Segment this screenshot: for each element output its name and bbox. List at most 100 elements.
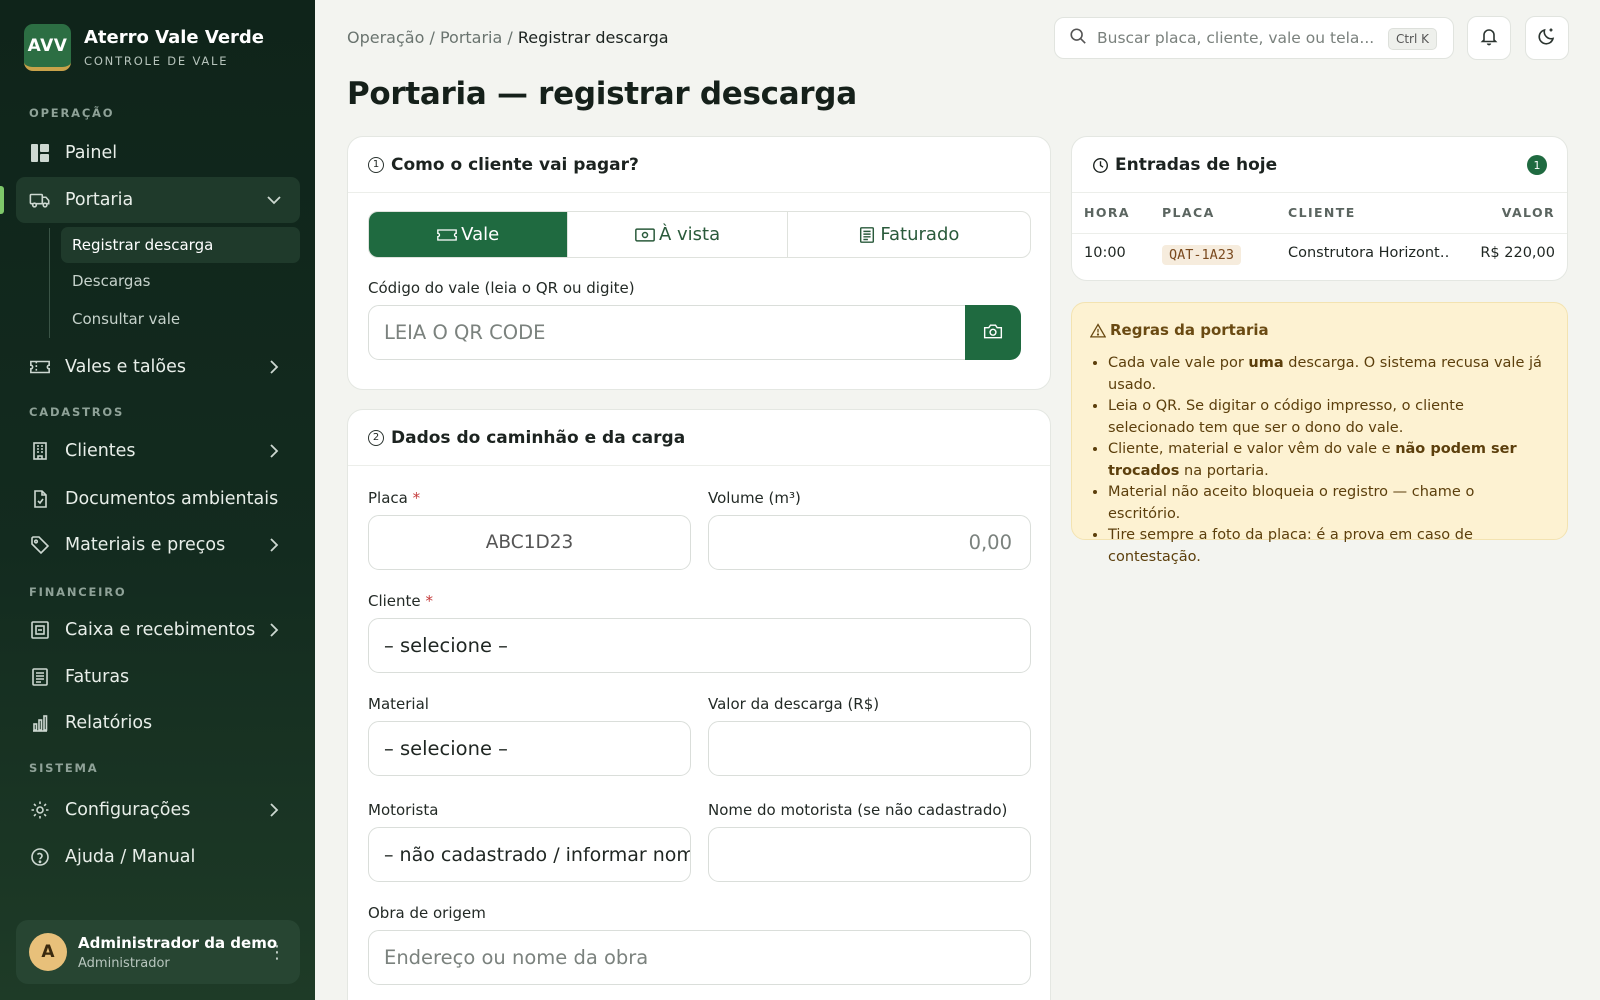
cargo-card: 2 Dados do caminhão e da carga Placa * A… [347, 409, 1051, 1000]
sidebar-item-clientes[interactable]: Clientes [16, 428, 300, 474]
sidebar-item-label: Caixa e recebimentos [65, 620, 256, 640]
sidebar-item-configuracoes[interactable]: Configurações [16, 787, 300, 833]
brand-logo: AVV [24, 24, 71, 71]
brand[interactable]: AVV Aterro Vale Verde CONTROLE DE VALE [24, 24, 264, 71]
ticket-icon [29, 356, 51, 378]
obra-label: Obra de origem [368, 904, 486, 922]
sidebar-item-ajuda[interactable]: Ajuda / Manual [16, 834, 300, 880]
payment-option-vale[interactable]: Vale [369, 212, 569, 257]
sidebar-item-relatorios[interactable]: Relatórios [16, 700, 300, 746]
today-card-header: Entradas de hoje [1072, 137, 1567, 193]
payment-option-label: Vale [461, 224, 500, 245]
payment-card-title: Como o cliente vai pagar? [391, 154, 639, 175]
volume-label: Volume (m³) [708, 489, 801, 507]
subnav-registrar-descarga[interactable]: Registrar descarga [61, 227, 300, 263]
column-header-cliente: CLIENTE [1288, 205, 1356, 220]
breadcrumb-operacao[interactable]: Operação [347, 28, 424, 47]
rule-emphasis: uma [1248, 355, 1284, 371]
user-name: Administrador da demo [78, 933, 278, 952]
nome-motorista-input[interactable] [708, 827, 1031, 882]
gear-icon [29, 799, 51, 821]
search-input[interactable] [1097, 29, 1387, 47]
today-entries-card: Entradas de hoje 1 HORA PLACA CLIENTE VA… [1071, 136, 1568, 281]
tag-icon [29, 534, 51, 556]
sidebar-item-documentos[interactable]: Documentos ambientais [16, 476, 300, 522]
search-icon [1069, 27, 1087, 49]
building-icon [29, 440, 51, 462]
required-mark: * [425, 592, 433, 610]
placa-input[interactable]: ABC1D23 [368, 515, 691, 570]
breadcrumb-separator: / [429, 28, 435, 47]
obra-input[interactable]: Endereço ou nome da obra [368, 930, 1031, 985]
cash-register-icon [29, 619, 51, 641]
payment-option-faturado[interactable]: Faturado [788, 212, 1030, 257]
valor-input[interactable] [708, 721, 1031, 776]
sidebar-item-caixa[interactable]: Caixa e recebimentos [16, 607, 300, 653]
rule-text: na portaria. [1179, 462, 1269, 479]
sidebar-item-label: Clientes [65, 441, 136, 461]
sidebar-item-label: Configurações [65, 800, 191, 820]
theme-toggle-button[interactable] [1525, 16, 1569, 60]
rule-item: Cada vale vale por uma descarga. O siste… [1108, 353, 1548, 396]
cliente-select[interactable]: – selecione – [368, 618, 1031, 673]
sidebar: AVV Aterro Vale Verde CONTROLE DE VALE O… [0, 0, 315, 1000]
sidebar-item-vales[interactable]: Vales e talões [16, 344, 300, 390]
nome-motorista-label: Nome do motorista (se não cadastrado) [708, 801, 1008, 819]
section-label-sistema: SISTEMA [29, 761, 99, 775]
sidebar-item-materiais[interactable]: Materiais e preços [16, 522, 300, 568]
ticket-icon [437, 227, 458, 243]
brand-name: Aterro Vale Verde [84, 27, 264, 48]
rule-item: Tire sempre a foto da placa: é a prova e… [1108, 525, 1548, 568]
rule-text: Cada vale vale por [1108, 355, 1249, 371]
moon-icon [1537, 26, 1557, 50]
scan-qr-button[interactable] [965, 305, 1021, 360]
chevron-down-icon [264, 190, 284, 210]
notifications-button[interactable] [1467, 16, 1511, 60]
motorista-label: Motorista [368, 801, 439, 819]
help-icon [29, 846, 51, 868]
breadcrumb: Operação / Portaria / Registrar descarga [347, 28, 669, 47]
vale-code-input[interactable]: LEIA O QR CODE [368, 305, 980, 360]
chevron-right-icon [264, 357, 284, 377]
more-vertical-icon[interactable]: ⋮ [268, 942, 286, 963]
payment-option-avista[interactable]: À vista [568, 212, 788, 257]
vale-code-label: Código do vale (leia o QR ou digite) [368, 279, 635, 297]
global-search[interactable]: Ctrl K [1054, 17, 1454, 59]
chevron-right-icon [264, 800, 284, 820]
camera-icon [983, 322, 1003, 344]
divider [1072, 233, 1567, 234]
count-badge: 1 [1527, 155, 1547, 175]
subnav-descargas[interactable]: Descargas [61, 263, 300, 299]
column-header-hora: HORA [1084, 205, 1130, 220]
material-select[interactable]: – selecione – [368, 721, 691, 776]
sidebar-item-label: Faturas [65, 667, 130, 687]
sidebar-item-label: Vales e talões [65, 357, 187, 377]
cargo-card-header: 2 Dados do caminhão e da carga [348, 410, 1050, 466]
volume-input[interactable]: 0,00 [708, 515, 1031, 570]
rules-title: Regras da portaria [1090, 321, 1269, 339]
motorista-select[interactable]: – não cadastrado / informar nome [368, 827, 691, 882]
subnav-consultar-vale[interactable]: Consultar vale [61, 301, 300, 337]
document-check-icon [29, 488, 51, 510]
payment-option-label: Faturado [880, 224, 960, 245]
payment-method-toggle: Vale À vista Faturado [368, 211, 1031, 258]
sidebar-item-painel[interactable]: Painel [16, 130, 300, 176]
shortcut-hint: Ctrl K [1387, 28, 1437, 50]
sidebar-item-label: Documentos ambientais [65, 489, 279, 509]
breadcrumb-separator: / [507, 28, 513, 47]
clock-icon [1092, 157, 1109, 174]
rules-panel: Regras da portaria Cada vale vale por um… [1071, 302, 1568, 565]
warning-icon [1090, 322, 1106, 338]
rules-list: Cada vale vale por uma descarga. O siste… [1108, 353, 1548, 568]
sidebar-item-faturas[interactable]: Faturas [16, 654, 300, 700]
active-marker [0, 186, 4, 214]
dashboard-icon [29, 142, 51, 164]
valor-label: Valor da descarga (R$) [708, 695, 880, 713]
section-label-operacao: OPERAÇÃO [29, 106, 115, 120]
chevron-right-icon [264, 620, 284, 640]
sidebar-item-portaria[interactable]: Portaria [16, 177, 300, 223]
user-card[interactable]: A Administrador da demo Administrador ⋮ [16, 920, 300, 984]
column-header-placa: PLACA [1162, 205, 1215, 220]
invoice-icon [29, 666, 51, 688]
breadcrumb-portaria[interactable]: Portaria [440, 28, 502, 47]
